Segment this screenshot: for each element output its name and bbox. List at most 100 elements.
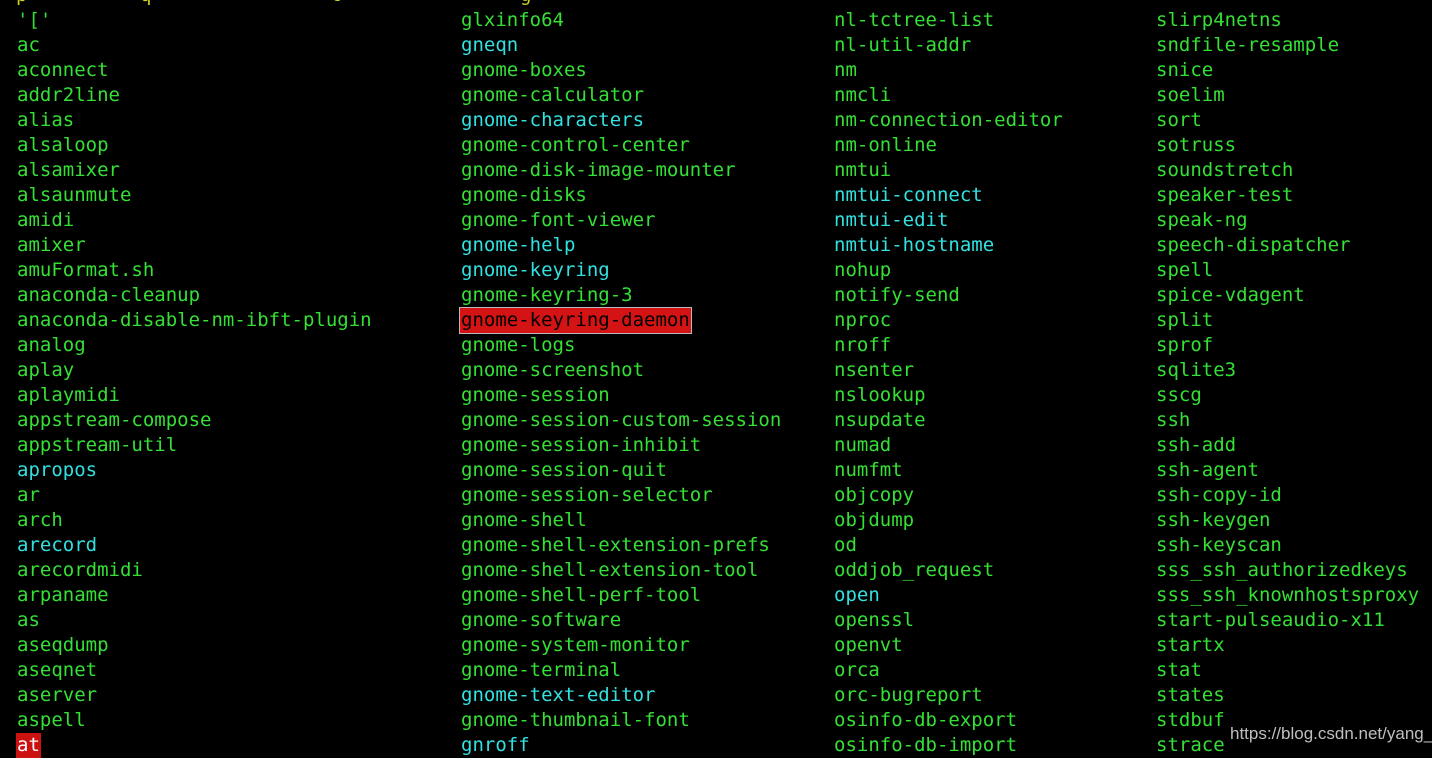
completion-item[interactable]: numad xyxy=(833,433,1151,458)
completion-item[interactable]: gnome-system-monitor xyxy=(460,633,830,658)
completion-item[interactable]: alsaloop xyxy=(16,133,456,158)
completion-item[interactable]: gnome-logs xyxy=(460,333,830,358)
completion-item[interactable]: objcopy xyxy=(833,483,1151,508)
completion-item[interactable]: gnome-shell-extension-tool xyxy=(460,558,830,583)
completion-item[interactable]: sscg xyxy=(1155,383,1432,408)
completion-item[interactable]: addr2line xyxy=(16,83,456,108)
completion-item[interactable]: nmtui-edit xyxy=(833,208,1151,233)
completion-item[interactable]: nmcli xyxy=(833,83,1151,108)
completion-item[interactable]: gnome-text-editor xyxy=(460,683,830,708)
completion-item[interactable]: oddjob_request xyxy=(833,558,1151,583)
completion-item[interactable]: aseqdump xyxy=(16,633,456,658)
completion-item[interactable]: aserver xyxy=(16,683,456,708)
completion-item[interactable]: gnroff xyxy=(460,733,830,758)
completion-item[interactable]: sotruss xyxy=(1155,133,1432,158)
completion-item[interactable]: sss_ssh_knownhostsproxy xyxy=(1155,583,1432,608)
completion-item[interactable]: gnome-session-selector xyxy=(460,483,830,508)
completion-item[interactable]: gnome-terminal xyxy=(460,658,830,683)
completion-item[interactable]: ssh-add xyxy=(1155,433,1432,458)
completion-item[interactable]: as xyxy=(16,608,456,633)
completion-item[interactable]: appstream-util xyxy=(16,433,456,458)
completion-item[interactable]: amixer xyxy=(16,233,456,258)
completion-item[interactable]: snice xyxy=(1155,58,1432,83)
completion-item[interactable]: glxinfo64 xyxy=(460,8,830,33)
completion-item[interactable]: gnome-disk-image-mounter xyxy=(460,158,830,183)
completion-item[interactable]: anaconda-cleanup xyxy=(16,283,456,308)
completion-item[interactable]: slirp4netns xyxy=(1155,8,1432,33)
completion-item[interactable]: sort xyxy=(1155,108,1432,133)
completion-item[interactable]: nmtui xyxy=(833,158,1151,183)
completion-item[interactable]: gnome-shell-perf-tool xyxy=(460,583,830,608)
completion-item[interactable]: orc-bugreport xyxy=(833,683,1151,708)
completion-item[interactable]: nm-online xyxy=(833,133,1151,158)
completion-item[interactable]: ssh-keygen xyxy=(1155,508,1432,533)
completion-item[interactable]: appstream-compose xyxy=(16,408,456,433)
completion-item[interactable]: arpaname xyxy=(16,583,456,608)
completion-item[interactable]: aplay xyxy=(16,358,456,383)
completion-item[interactable]: alsamixer xyxy=(16,158,456,183)
completion-item[interactable]: states xyxy=(1155,683,1432,708)
completion-item[interactable]: ssh-copy-id xyxy=(1155,483,1432,508)
completion-item[interactable]: nsenter xyxy=(833,358,1151,383)
completion-item[interactable]: ac xyxy=(16,33,456,58)
completion-item[interactable]: gnome-session-inhibit xyxy=(460,433,830,458)
completion-item[interactable]: nroff xyxy=(833,333,1151,358)
completion-item[interactable]: gnome-font-viewer xyxy=(460,208,830,233)
completion-item[interactable]: od xyxy=(833,533,1151,558)
completion-item[interactable]: gnome-screenshot xyxy=(460,358,830,383)
completion-item[interactable]: ssh-keyscan xyxy=(1155,533,1432,558)
completion-item[interactable]: numfmt xyxy=(833,458,1151,483)
completion-item[interactable]: gnome-keyring-3 xyxy=(460,283,830,308)
completion-item[interactable]: alsaunmute xyxy=(16,183,456,208)
completion-item[interactable]: gnome-disks xyxy=(460,183,830,208)
completion-item[interactable]: gnome-session-custom-session xyxy=(460,408,830,433)
completion-item[interactable]: gnome-shell-extension-prefs xyxy=(460,533,830,558)
completion-item[interactable]: nsupdate xyxy=(833,408,1151,433)
completion-item[interactable]: nm-connection-editor xyxy=(833,108,1151,133)
completion-item[interactable]: speaker-test xyxy=(1155,183,1432,208)
completion-item[interactable]: sprof xyxy=(1155,333,1432,358)
completion-item[interactable]: gnome-control-center xyxy=(460,133,830,158)
completion-item[interactable]: speak-ng xyxy=(1155,208,1432,233)
completion-item[interactable]: soundstretch xyxy=(1155,158,1432,183)
completion-item[interactable]: '[' xyxy=(16,8,456,33)
completion-item[interactable]: nproc xyxy=(833,308,1151,333)
completion-item[interactable]: osinfo-db-export xyxy=(833,708,1151,733)
completion-item[interactable]: apropos xyxy=(16,458,456,483)
completion-item[interactable]: gnome-session xyxy=(460,383,830,408)
completion-item[interactable]: amidi xyxy=(16,208,456,233)
completion-item[interactable]: openssl xyxy=(833,608,1151,633)
completion-item[interactable]: anaconda-disable-nm-ibft-plugin xyxy=(16,308,456,333)
completion-item[interactable]: osinfo-db-import xyxy=(833,733,1151,758)
completion-item[interactable]: arecord xyxy=(16,533,456,558)
completion-item[interactable]: notify-send xyxy=(833,283,1151,308)
completion-item[interactable]: split xyxy=(1155,308,1432,333)
completion-item[interactable]: ar xyxy=(16,483,456,508)
completion-item[interactable]: startx xyxy=(1155,633,1432,658)
completion-item[interactable]: nslookup xyxy=(833,383,1151,408)
completion-item[interactable]: gnome-shell xyxy=(460,508,830,533)
completion-item[interactable]: gnome-calculator xyxy=(460,83,830,108)
completion-item[interactable]: aconnect xyxy=(16,58,456,83)
completion-item[interactable]: analog xyxy=(16,333,456,358)
completion-item[interactable]: orca xyxy=(833,658,1151,683)
completion-item[interactable]: arecordmidi xyxy=(16,558,456,583)
completion-item[interactable]: open xyxy=(833,583,1151,608)
completion-item[interactable]: gnome-boxes xyxy=(460,58,830,83)
completion-item[interactable]: alias xyxy=(16,108,456,133)
completion-item[interactable]: amuFormat.sh xyxy=(16,258,456,283)
completion-item[interactable]: sss_ssh_authorizedkeys xyxy=(1155,558,1432,583)
completion-item[interactable]: nm xyxy=(833,58,1151,83)
completion-item[interactable]: sndfile-resample xyxy=(1155,33,1432,58)
completion-item[interactable]: sqlite3 xyxy=(1155,358,1432,383)
completion-item[interactable]: gnome-help xyxy=(460,233,830,258)
completion-item[interactable]: gneqn xyxy=(460,33,830,58)
completion-item[interactable]: arch xyxy=(16,508,456,533)
completion-item[interactable]: gnome-session-quit xyxy=(460,458,830,483)
completion-item[interactable]: nmtui-connect xyxy=(833,183,1151,208)
completion-item[interactable]: ssh-agent xyxy=(1155,458,1432,483)
completion-item[interactable]: gnome-characters xyxy=(460,108,830,133)
completion-item[interactable]: openvt xyxy=(833,633,1151,658)
completion-item[interactable]: speech-dispatcher xyxy=(1155,233,1432,258)
completion-item[interactable]: nl-tctree-list xyxy=(833,8,1151,33)
